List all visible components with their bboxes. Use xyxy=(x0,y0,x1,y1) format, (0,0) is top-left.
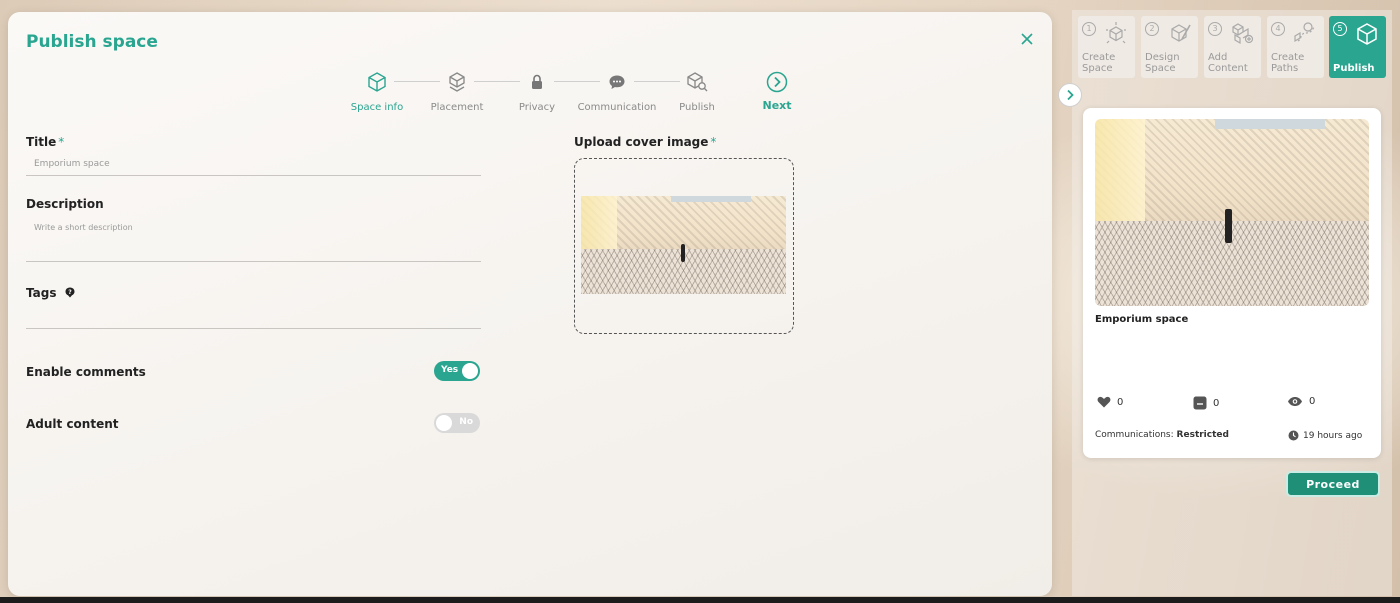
step-label: Privacy xyxy=(518,102,556,113)
description-input[interactable]: Write a short description xyxy=(26,223,481,262)
tab-number: 2 xyxy=(1145,22,1159,36)
next-label: Next xyxy=(762,99,792,112)
time-text: 19 hours ago xyxy=(1303,430,1363,441)
clock-icon xyxy=(1288,430,1299,441)
tab-add-content[interactable]: 3 Add Content xyxy=(1204,16,1261,78)
toggle-knob xyxy=(462,363,478,379)
tab-label: Add Content xyxy=(1208,52,1248,74)
scene-avatar xyxy=(681,244,685,262)
proceed-button[interactable]: Proceed xyxy=(1286,471,1380,497)
updated-time: 19 hours ago xyxy=(1288,430,1362,441)
tags-input[interactable] xyxy=(26,312,481,329)
comment-icon xyxy=(1193,396,1207,410)
scene-skylight xyxy=(1215,119,1325,129)
next-step-button[interactable]: Next xyxy=(732,70,822,112)
publish-space-modal: Publish space Space info Placement Priva… xyxy=(8,12,1052,596)
toggle-state: Yes xyxy=(441,365,459,375)
tab-create-paths[interactable]: 4 Create Paths xyxy=(1267,16,1324,78)
tab-label: Publish xyxy=(1333,63,1375,74)
close-button[interactable] xyxy=(1018,32,1036,50)
tab-label: Design Space xyxy=(1145,52,1180,74)
upload-label-text: Upload cover image xyxy=(574,135,709,149)
step-label: Space info xyxy=(350,102,404,113)
tab-number: 1 xyxy=(1082,22,1096,36)
description-label: Description xyxy=(26,197,104,211)
chevron-right-circle-icon xyxy=(766,71,788,93)
chevron-right-icon xyxy=(1067,89,1074,101)
step-label: Publish xyxy=(679,102,715,113)
create-paths-icon xyxy=(1294,22,1315,43)
enable-comments-toggle[interactable]: Yes xyxy=(434,361,480,381)
close-icon xyxy=(1021,33,1033,45)
svg-text:?: ? xyxy=(68,289,72,296)
publish-icon xyxy=(1357,23,1377,45)
cube-icon xyxy=(368,72,386,92)
heart-icon xyxy=(1097,396,1111,408)
collapse-panel-button[interactable] xyxy=(1058,83,1082,107)
upload-cover-label: Upload cover image * xyxy=(574,135,716,149)
tags-label: Tags ? xyxy=(26,286,75,300)
title-label-text: Title xyxy=(26,135,57,149)
tab-number: 4 xyxy=(1271,22,1285,36)
comments-stat: 0 xyxy=(1193,396,1219,410)
add-content-icon xyxy=(1232,23,1254,45)
communications-value: Restricted xyxy=(1176,430,1229,440)
step-communication[interactable]: Communication xyxy=(572,70,662,113)
scene-skylight xyxy=(671,196,751,202)
likes-stat: 0 xyxy=(1097,396,1123,408)
cube-search-icon xyxy=(687,72,708,92)
views-count: 0 xyxy=(1309,396,1316,407)
space-preview-card[interactable]: Emporium space 0 0 0 Communications: Res… xyxy=(1083,108,1381,458)
placement-cube-icon xyxy=(449,72,465,92)
step-label: Communication xyxy=(577,102,657,113)
lock-icon xyxy=(532,74,542,89)
likes-count: 0 xyxy=(1117,396,1124,408)
tab-design-space[interactable]: 2 Design Space xyxy=(1141,16,1198,78)
create-space-icon xyxy=(1106,22,1126,44)
tab-label: Create Space xyxy=(1082,52,1116,74)
chat-icon xyxy=(609,75,625,89)
adult-content-label: Adult content xyxy=(26,417,119,431)
views-stat: 0 xyxy=(1287,396,1315,407)
comments-count: 0 xyxy=(1213,397,1220,409)
space-thumbnail xyxy=(1095,119,1369,306)
tags-label-text: Tags xyxy=(26,286,57,300)
workflow-tabs: 1 Create Space 2 Design Space 3 Add Cont… xyxy=(1078,16,1388,78)
cover-image-preview xyxy=(581,196,786,294)
bottom-bar xyxy=(0,597,1400,603)
title-input[interactable]: Emporium space xyxy=(26,159,481,176)
eye-icon xyxy=(1288,397,1302,406)
space-title: Emporium space xyxy=(1095,314,1189,325)
step-space-info[interactable]: Space info xyxy=(332,70,422,113)
upload-cover-dropzone[interactable] xyxy=(574,158,794,334)
scene-avatar xyxy=(1225,209,1232,243)
tab-number: 3 xyxy=(1208,22,1222,36)
tab-publish[interactable]: 5 Publish xyxy=(1329,16,1386,78)
required-marker: * xyxy=(58,135,65,149)
toggle-state: No xyxy=(459,417,473,427)
scene-floor xyxy=(1095,221,1369,306)
communications-status: Communications: Restricted xyxy=(1095,430,1229,440)
step-placement[interactable]: Placement xyxy=(412,70,502,113)
design-space-icon xyxy=(1171,24,1191,42)
required-marker: * xyxy=(710,135,717,149)
title-label: Title * xyxy=(26,135,64,149)
adult-content-toggle[interactable]: No xyxy=(434,413,480,433)
tab-number: 5 xyxy=(1333,22,1347,36)
communications-label: Communications: xyxy=(1095,430,1174,440)
step-privacy[interactable]: Privacy xyxy=(492,70,582,113)
toggle-knob xyxy=(436,415,452,431)
step-label: Placement xyxy=(430,102,484,113)
enable-comments-label: Enable comments xyxy=(26,365,146,379)
publish-stepper: Space info Placement Privacy Communicati… xyxy=(338,70,808,120)
tab-label: Create Paths xyxy=(1271,52,1305,74)
step-publish[interactable]: Publish xyxy=(652,70,742,113)
tab-create-space[interactable]: 1 Create Space xyxy=(1078,16,1135,78)
help-icon[interactable]: ? xyxy=(65,287,75,298)
modal-title: Publish space xyxy=(26,32,158,52)
